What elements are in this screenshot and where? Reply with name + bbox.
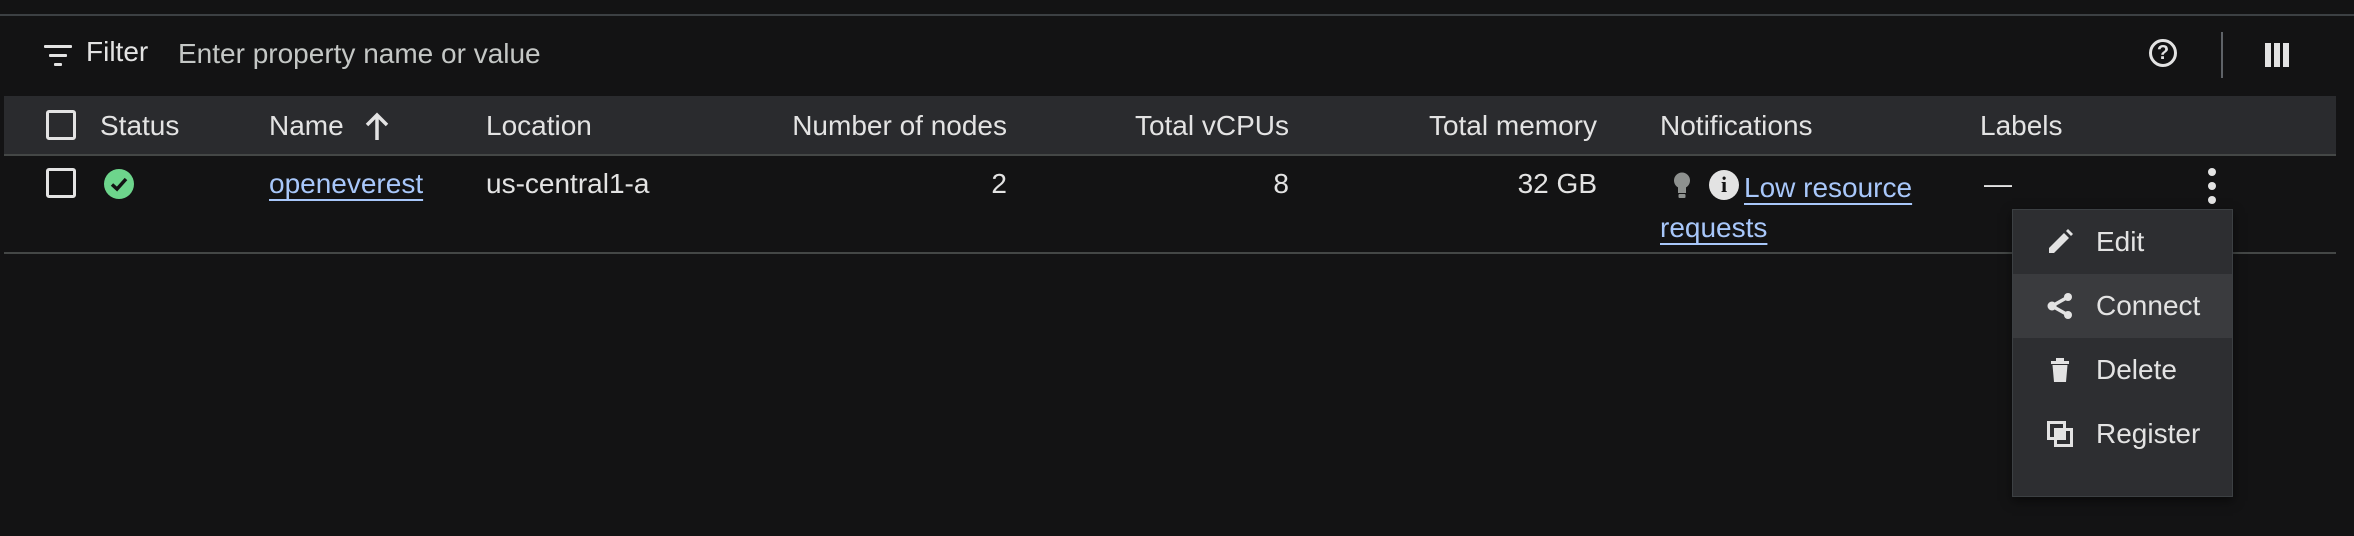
more-actions-icon[interactable]: [2204, 168, 2220, 204]
menu-item-connect[interactable]: Connect: [2013, 274, 2232, 338]
register-icon: [2047, 421, 2073, 447]
menu-item-delete[interactable]: Delete: [2013, 338, 2232, 402]
cluster-memory: 32 GB: [1517, 168, 1597, 199]
filter-bar: Filter ?: [0, 16, 2354, 96]
toolbar-divider: [2221, 32, 2223, 78]
column-display-icon[interactable]: [2265, 43, 2289, 67]
help-circle-icon[interactable]: ?: [2149, 39, 2177, 67]
trash-icon: [2051, 358, 2069, 382]
column-header-name[interactable]: Name: [269, 110, 344, 142]
table-header: Status Name Location Number of nodes Tot…: [4, 96, 2336, 156]
column-header-location[interactable]: Location: [486, 110, 592, 142]
status-ok-icon: [104, 169, 134, 199]
column-header-nodes[interactable]: Number of nodes: [704, 110, 1007, 142]
cluster-name-link[interactable]: openeverest: [269, 168, 423, 200]
edit-pencil-icon: [2049, 229, 2073, 253]
filter-input[interactable]: [178, 32, 1078, 76]
filter-icon[interactable]: [44, 43, 74, 69]
cluster-vcpus: 8: [1273, 168, 1289, 199]
column-header-status[interactable]: Status: [100, 110, 179, 142]
row-checkbox[interactable]: [46, 168, 76, 198]
actions-menu: Edit Connect Delete Register: [2012, 209, 2233, 497]
menu-item-register[interactable]: Register: [2013, 402, 2232, 466]
menu-item-label: Register: [2096, 418, 2201, 449]
cluster-location: us-central1-a: [486, 168, 650, 199]
menu-item-label: Delete: [2096, 354, 2177, 385]
cluster-labels: —: [1984, 168, 2012, 199]
filter-label: Filter: [86, 36, 149, 67]
table-row: openeverest us-central1-a 2 8 32 GB i Lo…: [4, 156, 2336, 254]
sort-ascending-icon[interactable]: [364, 112, 390, 142]
cluster-node-count: 2: [991, 168, 1007, 199]
column-header-memory[interactable]: Total memory: [1334, 110, 1597, 142]
menu-item-label: Connect: [2096, 290, 2201, 321]
menu-item-label: Edit: [2096, 226, 2145, 257]
notification-cell: Low resource requests: [1660, 168, 1920, 248]
share-connect-icon: [2047, 293, 2072, 319]
column-header-labels[interactable]: Labels: [1980, 110, 2063, 142]
column-header-notifications[interactable]: Notifications: [1660, 110, 1813, 142]
menu-item-edit[interactable]: Edit: [2013, 210, 2232, 274]
low-resource-requests-link[interactable]: Low resource requests: [1660, 172, 1912, 243]
select-all-checkbox[interactable]: [46, 110, 76, 140]
column-header-vcpus[interactable]: Total vCPUs: [1054, 110, 1289, 142]
